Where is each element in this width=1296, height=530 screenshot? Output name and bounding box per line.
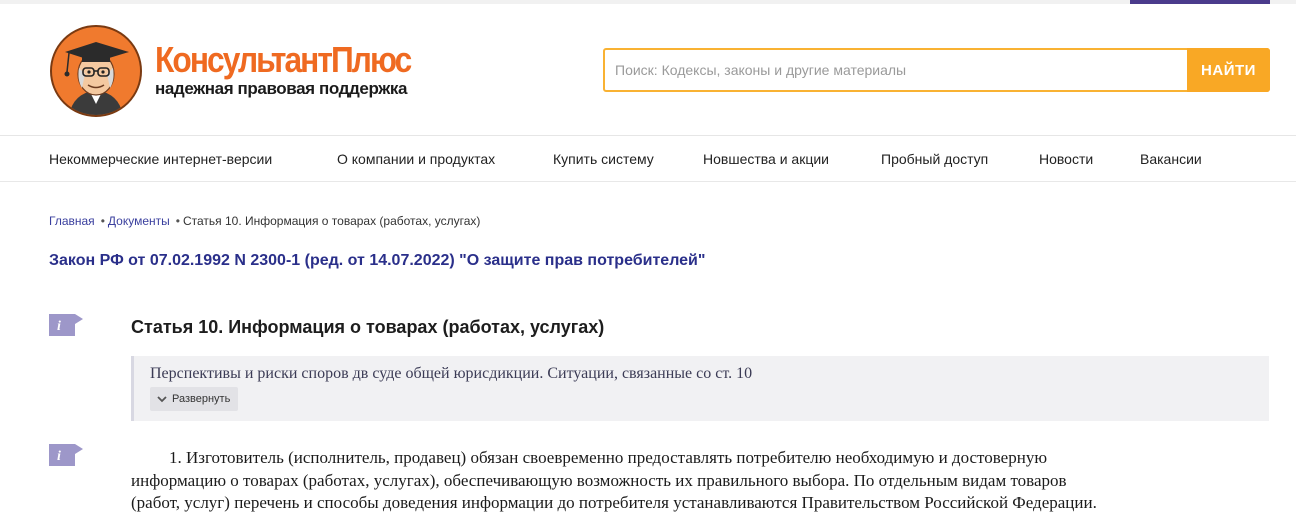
nav-item-noncommercial[interactable]: Некоммерческие интернет-версии bbox=[49, 151, 272, 167]
professor-avatar-logo bbox=[50, 25, 142, 117]
info-icon[interactable]: i bbox=[49, 444, 83, 466]
nav-item-company[interactable]: О компании и продуктах bbox=[337, 151, 495, 167]
logo-link[interactable]: КонсультантПлюс надежная правовая поддер… bbox=[49, 24, 449, 118]
article-paragraph: 1. Изготовитель (исполнитель, продавец) … bbox=[131, 447, 1271, 515]
main-nav: Некоммерческие интернет-версии О компани… bbox=[0, 137, 1296, 182]
nav-item-news-promos[interactable]: Новшества и акции bbox=[703, 151, 829, 167]
breadcrumb-home[interactable]: Главная bbox=[49, 214, 95, 228]
paragraph-line: 1. Изготовитель (исполнитель, продавец) … bbox=[169, 448, 1048, 467]
note-box: Перспективы и риски споров дв суде общей… bbox=[131, 356, 1269, 421]
search-bar: НАЙТИ bbox=[603, 48, 1270, 92]
nav-item-vacancies[interactable]: Вакансии bbox=[1140, 151, 1202, 167]
nav-item-buy[interactable]: Купить систему bbox=[553, 151, 654, 167]
nav-item-trial[interactable]: Пробный доступ bbox=[881, 151, 988, 167]
article-heading: Статья 10. Информация о товарах (работах… bbox=[131, 317, 605, 337]
nav-item-news[interactable]: Новости bbox=[1039, 151, 1093, 167]
breadcrumb-documents[interactable]: Документы bbox=[108, 214, 170, 228]
info-icon[interactable]: i bbox=[49, 314, 83, 336]
brand-name: КонсультантПлюс bbox=[155, 39, 412, 80]
breadcrumb-current: Статья 10. Информация о товарах (работах… bbox=[182, 214, 481, 228]
breadcrumb-separator: • bbox=[100, 214, 105, 228]
document-title[interactable]: Закон РФ от 07.02.1992 N 2300-1 (ред. от… bbox=[49, 252, 705, 270]
note-text[interactable]: Перспективы и риски споров дв суде общей… bbox=[150, 365, 752, 383]
expand-button[interactable]: Развернуть bbox=[150, 387, 239, 411]
chevron-down-icon bbox=[157, 396, 167, 403]
search-input[interactable] bbox=[605, 50, 1188, 90]
brand-tagline: надежная правовая поддержка bbox=[155, 79, 408, 98]
site-header: КонсультантПлюс надежная правовая поддер… bbox=[0, 4, 1296, 136]
search-button[interactable]: НАЙТИ bbox=[1187, 48, 1270, 92]
paragraph-line: (работ, услуг) перечень и способы доведе… bbox=[131, 493, 1097, 512]
paragraph-line: информацию о товарах (работах, услугах),… bbox=[131, 470, 1067, 490]
svg-text:i: i bbox=[57, 449, 61, 464]
svg-text:i: i bbox=[57, 319, 61, 334]
breadcrumb: Главная • Документы • Статья 10. Информация … bbox=[49, 214, 480, 228]
expand-button-label: Развернуть bbox=[172, 393, 231, 405]
breadcrumb-separator: • bbox=[175, 214, 180, 228]
